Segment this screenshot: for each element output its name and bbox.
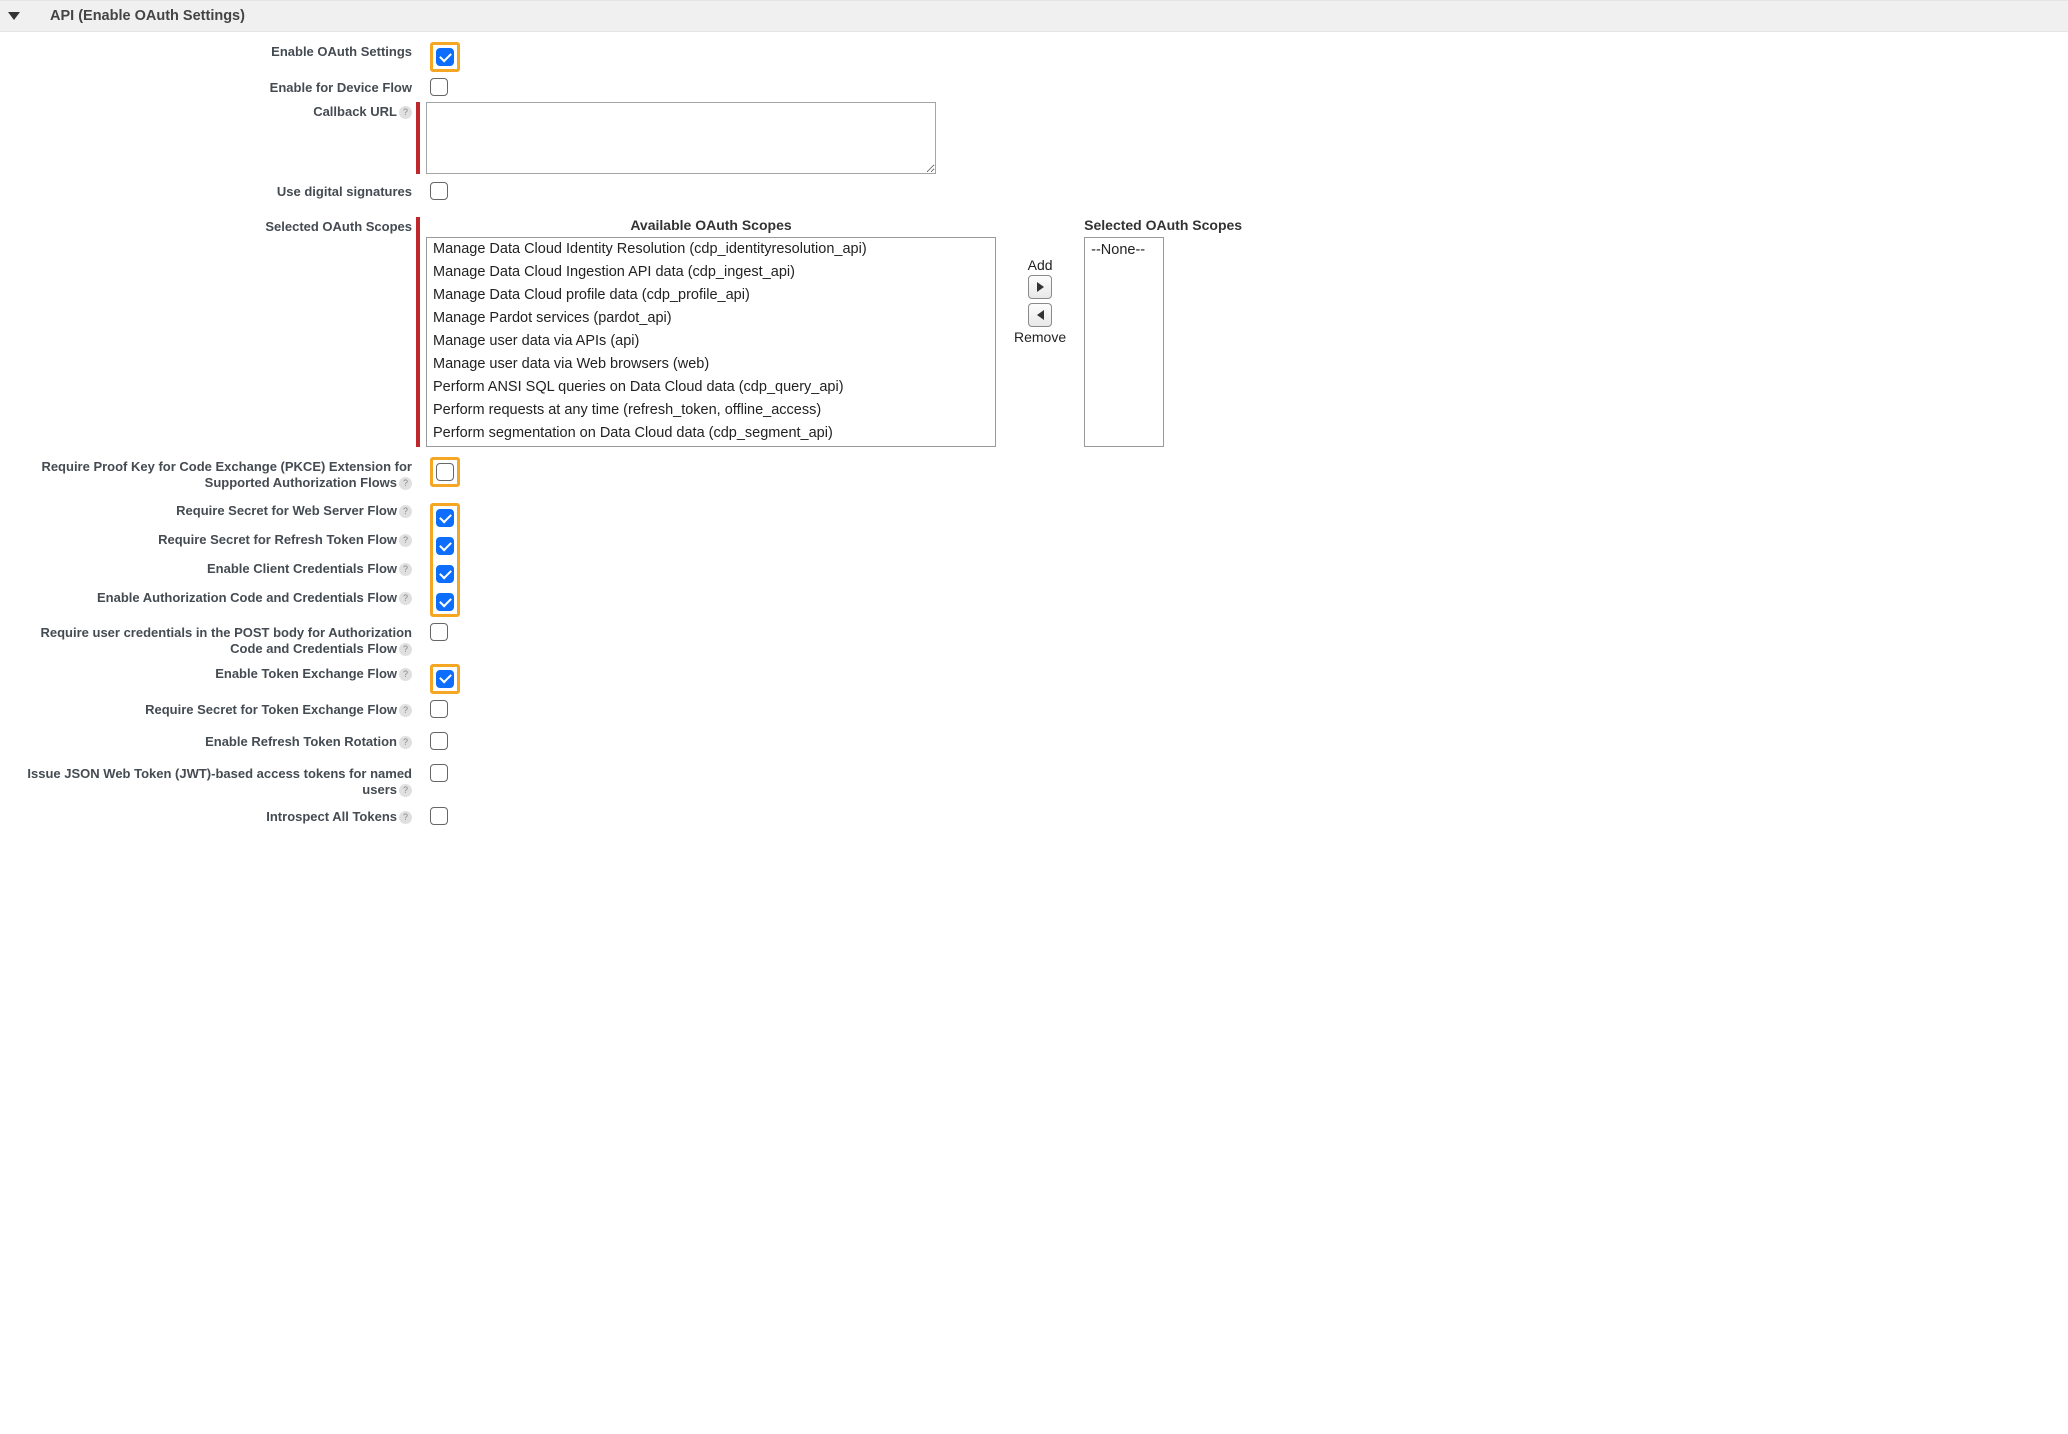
- add-label: Add: [1028, 257, 1053, 273]
- label-enable-oauth: Enable OAuth Settings: [16, 42, 416, 60]
- required-bar-icon: [416, 217, 420, 447]
- list-item[interactable]: Manage Data Cloud Ingestion API data (cd…: [427, 261, 995, 284]
- highlight-flows-stack: [430, 503, 460, 617]
- checkbox-refresh-flow[interactable]: [436, 537, 454, 555]
- list-item[interactable]: Perform segmentation on Data Cloud data …: [427, 422, 995, 445]
- selected-scopes-listbox[interactable]: --None--: [1084, 237, 1164, 447]
- label-introspect: Introspect All Tokens?: [16, 807, 416, 825]
- checkbox-token-exch-secret[interactable]: [430, 700, 448, 718]
- remove-label: Remove: [1014, 329, 1066, 345]
- checkbox-pkce[interactable]: [436, 463, 454, 481]
- highlight-enable-oauth: [430, 42, 460, 72]
- label-web-server: Require Secret for Web Server Flow?: [16, 503, 416, 518]
- checkbox-auth-code-cred[interactable]: [436, 593, 454, 611]
- available-scopes-listbox[interactable]: Manage Data Cloud Calculated Insight dat…: [426, 237, 996, 447]
- checkbox-token-exch[interactable]: [436, 670, 454, 688]
- checkbox-introspect[interactable]: [430, 807, 448, 825]
- list-item[interactable]: Perform ANSI SQL queries on Data Cloud d…: [427, 376, 995, 399]
- label-jwt-tokens: Issue JSON Web Token (JWT)-based access …: [16, 764, 416, 799]
- list-item[interactable]: Manage Data Cloud Identity Resolution (c…: [427, 238, 995, 261]
- help-icon[interactable]: ?: [399, 106, 412, 119]
- callback-url-textarea[interactable]: [426, 102, 936, 174]
- section-title: API (Enable OAuth Settings): [50, 8, 245, 24]
- label-auth-code-cred: Enable Authorization Code and Credential…: [16, 590, 416, 605]
- section-header[interactable]: API (Enable OAuth Settings): [0, 0, 2068, 32]
- help-icon[interactable]: ?: [399, 704, 412, 717]
- arrow-left-icon: [1037, 310, 1044, 320]
- label-pkce: Require Proof Key for Code Exchange (PKC…: [16, 457, 416, 492]
- required-bar-icon: [416, 102, 420, 174]
- list-item[interactable]: Manage Data Cloud profile data (cdp_prof…: [427, 284, 995, 307]
- label-client-cred: Enable Client Credentials Flow?: [16, 561, 416, 576]
- label-device-flow: Enable for Device Flow: [16, 78, 416, 96]
- list-item[interactable]: Manage user data via APIs (api): [427, 330, 995, 353]
- list-item[interactable]: Manage user data via Web browsers (web): [427, 353, 995, 376]
- checkbox-refresh-rotation[interactable]: [430, 732, 448, 750]
- help-icon[interactable]: ?: [399, 477, 412, 490]
- list-item[interactable]: Perform requests at any time (refresh_to…: [427, 399, 995, 422]
- highlight-token-exch: [430, 664, 460, 694]
- collapse-triangle-icon[interactable]: [8, 12, 20, 20]
- label-digital-sig: Use digital signatures: [16, 182, 416, 200]
- checkbox-enable-oauth[interactable]: [436, 48, 454, 66]
- list-item[interactable]: --None--: [1085, 239, 1163, 262]
- label-post-body: Require user credentials in the POST bod…: [16, 623, 416, 658]
- add-scope-button[interactable]: [1028, 275, 1052, 299]
- label-refresh-flow: Require Secret for Refresh Token Flow?: [16, 532, 416, 547]
- remove-scope-button[interactable]: [1028, 303, 1052, 327]
- label-token-exch: Enable Token Exchange Flow?: [16, 664, 416, 682]
- checkbox-client-cred[interactable]: [436, 565, 454, 583]
- checkbox-digital-sig[interactable]: [430, 182, 448, 200]
- highlight-pkce: [430, 457, 460, 487]
- label-selected-scopes: Selected OAuth Scopes: [16, 217, 416, 235]
- selected-scopes-title: Selected OAuth Scopes: [1084, 217, 1242, 233]
- checkbox-web-server[interactable]: [436, 509, 454, 527]
- list-item[interactable]: Manage Pardot services (pardot_api): [427, 307, 995, 330]
- help-icon[interactable]: ?: [399, 784, 412, 797]
- checkbox-device-flow[interactable]: [430, 78, 448, 96]
- help-icon[interactable]: ?: [399, 563, 412, 576]
- help-icon[interactable]: ?: [399, 643, 412, 656]
- label-callback-url: Callback URL?: [16, 102, 416, 120]
- checkbox-post-body[interactable]: [430, 623, 448, 641]
- arrow-right-icon: [1037, 282, 1044, 292]
- label-token-exch-secret: Require Secret for Token Exchange Flow?: [16, 700, 416, 718]
- checkbox-jwt-tokens[interactable]: [430, 764, 448, 782]
- label-refresh-rotation: Enable Refresh Token Rotation?: [16, 732, 416, 750]
- help-icon[interactable]: ?: [399, 668, 412, 681]
- available-scopes-title: Available OAuth Scopes: [426, 217, 996, 233]
- help-icon[interactable]: ?: [399, 534, 412, 547]
- help-icon[interactable]: ?: [399, 736, 412, 749]
- help-icon[interactable]: ?: [399, 505, 412, 518]
- help-icon[interactable]: ?: [399, 811, 412, 824]
- help-icon[interactable]: ?: [399, 592, 412, 605]
